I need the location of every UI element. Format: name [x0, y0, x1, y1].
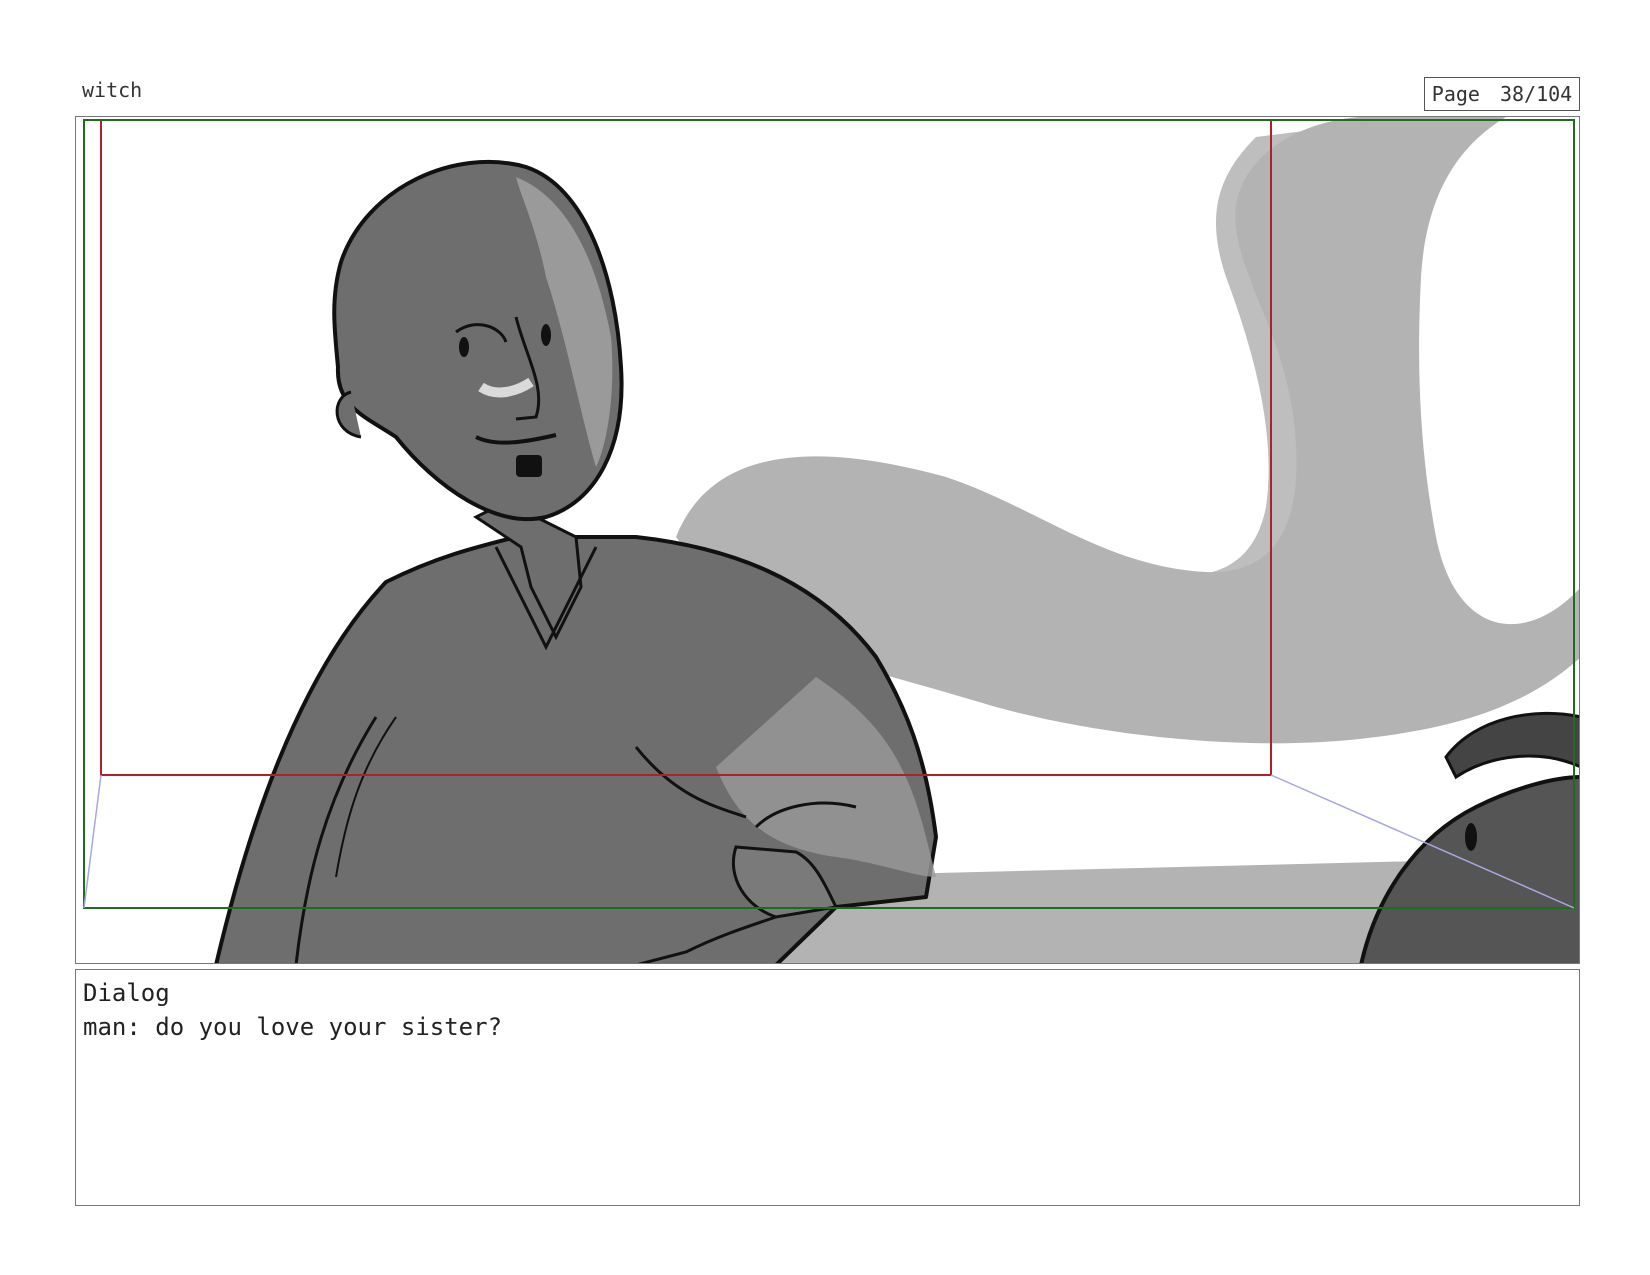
camera-move-line-left	[83, 774, 102, 909]
project-title: witch	[82, 78, 143, 102]
page-label: Page	[1431, 82, 1480, 106]
page-number: 38/104	[1499, 82, 1573, 106]
dialog-box: Dialog man: do you love your sister?	[75, 969, 1580, 1206]
page-indicator: Page 38/104	[1424, 77, 1580, 111]
dialog-heading: Dialog	[83, 979, 170, 1007]
storyboard-panel	[75, 116, 1580, 964]
second-character	[1359, 711, 1579, 963]
panel-drawing	[83, 117, 1579, 963]
dialog-line: man: do you love your sister?	[83, 1013, 503, 1041]
